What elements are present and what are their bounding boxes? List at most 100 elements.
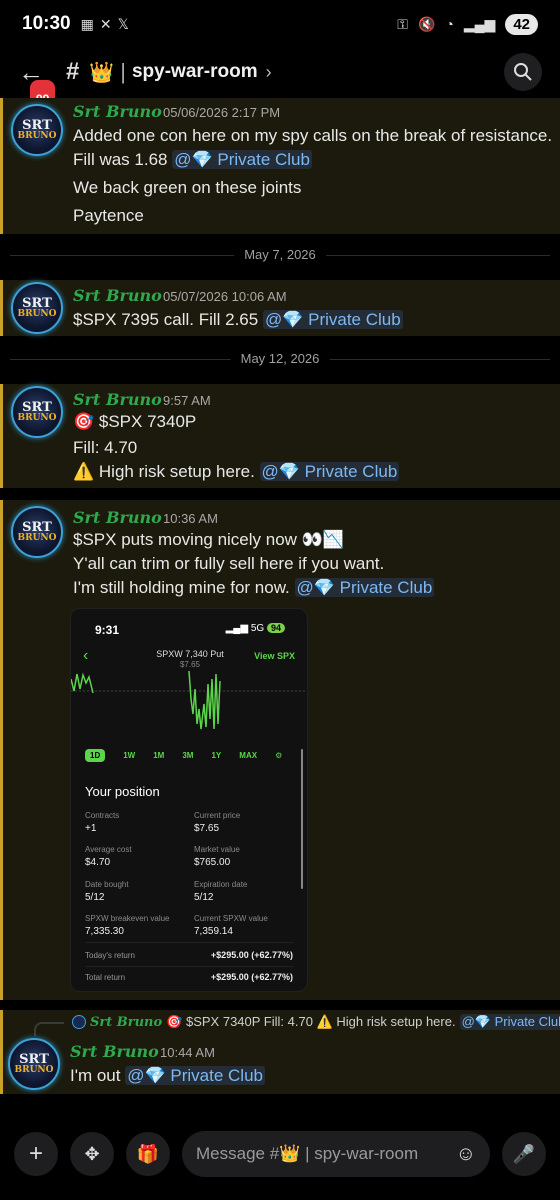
field-label: Contracts <box>85 811 120 820</box>
plus-icon: + <box>28 1140 43 1167</box>
reply-preview[interactable]: Srt Bruno 🎯 $SPX 7340P Fill: 4.70 ⚠️ Hig… <box>72 1014 560 1030</box>
message[interactable]: SRT BRUNO Srt Bruno 05/06/2026 2:17 PM A… <box>0 98 560 234</box>
message-timestamp: 05/07/2026 10:06 AM <box>163 289 287 304</box>
microphone-icon: 🎤 <box>512 1143 536 1164</box>
message-line: We back green on these joints <box>73 178 302 197</box>
total-return-label: Total return <box>85 973 126 982</box>
total-return-value: +$295.00 (+62.77%) <box>210 972 293 982</box>
date-divider-label: May 7, 2026 <box>234 247 326 262</box>
range-tab: 1D <box>85 749 106 762</box>
position-title: Your position <box>85 784 160 799</box>
message-author[interactable]: Srt Bruno <box>73 286 162 305</box>
message-line: $SPX puts moving nicely now 👀📉 <box>73 530 345 549</box>
message-line: ⚠️ High risk setup here. @💎 Private Club <box>73 462 400 481</box>
field-value: 5/12 <box>85 892 105 903</box>
avatar[interactable]: SRT BRUNO <box>8 1038 60 1090</box>
gift-button[interactable]: 🎁 <box>126 1132 170 1176</box>
role-mention[interactable]: @💎 Private Club <box>259 462 400 481</box>
todays-return-label: Today's return <box>85 951 135 960</box>
message-author[interactable]: Srt Bruno <box>70 1042 159 1061</box>
field-value: 7,359.14 <box>194 926 233 937</box>
range-tabs: 1D 1W 1M 3M 1Y MAX ⚙ <box>85 749 282 762</box>
key-icon: ⚿ <box>397 15 408 32</box>
mute-icon: 🔇 <box>417 15 436 32</box>
title-separator: | <box>120 59 126 84</box>
message-author[interactable]: Srt Bruno <box>73 508 162 527</box>
signal-icon: ▂▄▆ <box>463 15 496 32</box>
reply-avatar <box>72 1015 86 1029</box>
role-mention[interactable]: @💎 Private Club <box>262 310 403 329</box>
app-notification-icon: ▦ <box>80 15 94 32</box>
message-line: 🎯 $SPX 7340P <box>73 412 197 431</box>
back-button[interactable]: ← 99 <box>18 54 58 120</box>
message-timestamp: 10:36 AM <box>163 511 218 526</box>
notification-icons: ▦ ✕ 𝕏 <box>81 16 129 33</box>
todays-return-value: +$295.00 (+62.77%) <box>210 950 293 960</box>
message-author[interactable]: Srt Bruno <box>73 102 162 121</box>
reply-connector <box>34 1022 64 1036</box>
gift-icon: 🎁 <box>136 1143 160 1164</box>
apps-button[interactable]: ✥ <box>70 1132 114 1176</box>
role-mention[interactable]: @💎 Private Club <box>125 1066 265 1085</box>
role-mention[interactable]: @💎 Private Club <box>459 1014 560 1030</box>
avatar[interactable]: SRT BRUNO <box>11 506 63 558</box>
avatar[interactable]: SRT BRUNO <box>11 386 63 438</box>
field-label: Current SPXW value <box>194 914 268 923</box>
role-mention[interactable]: @💎 Private Club <box>294 578 435 597</box>
wifi-icon: ◔ <box>445 16 454 32</box>
chevron-right-icon[interactable]: › <box>266 62 272 83</box>
battery-badge: 42 <box>505 13 538 35</box>
reply-text: 🎯 $SPX 7340P Fill: 4.70 ⚠️ High risk set… <box>166 1014 456 1029</box>
field-value: $4.70 <box>85 857 111 868</box>
scrollbar <box>301 749 303 889</box>
message-line: Y'all can trim or fully sell here if you… <box>73 554 385 573</box>
message-timestamp: 05/06/2026 2:17 PM <box>163 105 281 120</box>
settings-icon: ⚙ <box>275 751 283 760</box>
message-line: Paytence <box>73 206 144 225</box>
field-label: Date bought <box>85 880 129 889</box>
field-label: Current price <box>194 811 241 820</box>
attachment-status-right: ▂▄▆ 5G 94 <box>226 623 285 634</box>
range-tab: 1M <box>153 751 165 760</box>
reply-author: Srt Bruno <box>90 1014 163 1030</box>
range-tab: 1Y <box>211 751 222 760</box>
date-divider-label: May 12, 2026 <box>230 351 330 366</box>
field-value: $765.00 <box>194 857 231 868</box>
field-label: SPXW breakeven value <box>85 914 170 923</box>
date-divider: May 12, 2026 <box>0 349 560 369</box>
field-label: Expiration date <box>194 880 248 889</box>
message-input[interactable]: Message #👑 | spy-war-room ☺ <box>182 1131 490 1177</box>
avatar[interactable]: SRT BRUNO <box>11 282 63 334</box>
option-price: $7.65 <box>179 660 201 669</box>
channel-emoji: 👑 <box>89 61 115 84</box>
view-spx-link: View SPX <box>254 651 295 661</box>
attachment-status-time: 9:31 <box>95 623 120 637</box>
message-line: Fill: 4.70 <box>73 438 138 457</box>
role-mention[interactable]: @💎 Private Club <box>172 150 312 169</box>
message[interactable]: SRT BRUNO Srt Bruno 05/07/2026 10:06 AM … <box>0 280 560 336</box>
channel-name[interactable]: spy-war-room <box>132 61 258 83</box>
field-label: Market value <box>194 845 240 854</box>
range-tab: 3M <box>182 751 194 760</box>
search-icon <box>514 63 532 81</box>
message[interactable]: SRT BRUNO Srt Bruno 9:57 AM 🎯 $SPX 7340P… <box>0 384 560 488</box>
search-button[interactable] <box>504 53 542 91</box>
system-icons: ⚿ 🔇 ◔ ▂▄▆ 42 <box>397 13 538 35</box>
add-attachment-button[interactable]: + <box>14 1132 58 1176</box>
message-line: Fill was 1.68 @💎 Private Club <box>73 150 312 169</box>
status-bar: 10:30 ▦ ✕ 𝕏 ⚿ 🔇 ◔ ▂▄▆ 42 <box>0 0 560 48</box>
no-signal-icon: ✕ <box>99 15 112 32</box>
message-placeholder: Message #👑 | spy-war-room <box>196 1144 419 1163</box>
message-author[interactable]: Srt Bruno <box>73 390 162 409</box>
message-line: Added one con here on my spy calls on th… <box>73 126 553 145</box>
message-line: $SPX 7395 call. Fill 2.65 @💎 Private Clu… <box>73 310 403 329</box>
image-attachment[interactable]: 9:31 ▂▄▆ 5G 94 ‹ SPXW 7,340 Put $7.65 Vi… <box>70 608 308 992</box>
avatar[interactable]: SRT BRUNO <box>11 104 63 156</box>
date-divider: May 7, 2026 <box>0 245 560 265</box>
field-value: +1 <box>85 823 97 834</box>
status-time: 10:30 <box>22 13 71 34</box>
emoji-icon[interactable]: ☺ <box>456 1143 476 1166</box>
voice-message-button[interactable]: 🎤 <box>502 1132 546 1176</box>
range-tab: MAX <box>239 751 258 760</box>
field-value: $7.65 <box>194 823 220 834</box>
